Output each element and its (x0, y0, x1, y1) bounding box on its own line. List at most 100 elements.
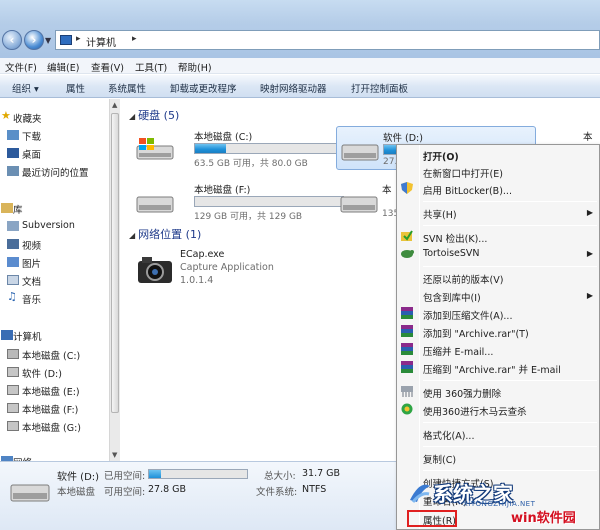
360-safe-icon (401, 403, 413, 415)
nav-libraries[interactable]: 库 (1, 202, 23, 216)
collapse-triangle-icon[interactable]: ◢ (129, 112, 135, 121)
menu-view[interactable]: 查看(V) (91, 60, 124, 74)
command-bar: 组织 ▾ 属性 系统属性 卸载或更改程序 映射网络驱动器 打开控制面板 (0, 75, 600, 98)
nav-label: 本地磁盘 (G:) (22, 423, 81, 434)
nav-drive-d[interactable]: 软件 (D:) (7, 366, 62, 380)
collapse-triangle-icon[interactable]: ◢ (129, 231, 135, 240)
drive-name: 本 (382, 185, 392, 196)
uninstall-button[interactable]: 卸载或更改程序 (170, 81, 237, 95)
ecap-description: Capture Application (180, 262, 274, 273)
nav-label: 桌面 (22, 150, 42, 161)
menu-add-rar[interactable]: 添加到 "Archive.rar"(T) (423, 326, 529, 340)
drive-c[interactable]: 本地磁盘 (C:) 63.5 GB 可用，共 80.0 GB (136, 126, 344, 170)
forward-button[interactable]: › (24, 30, 44, 50)
breadcrumb-computer[interactable]: 计算机 (86, 34, 116, 49)
nav-computer[interactable]: 计算机 (1, 329, 42, 343)
scroll-up-icon[interactable]: ▲ (112, 101, 117, 109)
network-group-header[interactable]: ◢ 网络位置 (1) (129, 226, 201, 242)
group-label: 网络位置 (1) (138, 228, 202, 241)
menu-include-library[interactable]: 包含到库中(I) (423, 290, 481, 304)
menu-tools[interactable]: 工具(T) (135, 60, 167, 74)
details-drive-name: 软件 (D:) (57, 472, 100, 483)
menu-svn-checkout[interactable]: SVN 检出(K)... (423, 231, 487, 245)
menu-tortoisesvn[interactable]: TortoiseSVN (423, 248, 480, 259)
organize-button[interactable]: 组织 ▾ (12, 81, 39, 95)
nav-label: 最近访问的位置 (22, 168, 89, 179)
usage-bar (194, 143, 344, 154)
menu-share[interactable]: 共享(H) (423, 207, 457, 221)
menu-bitlocker[interactable]: 启用 BitLocker(B)... (423, 183, 512, 197)
nav-recent[interactable]: 最近访问的位置 (7, 165, 89, 179)
nav-label: 本地磁盘 (E:) (22, 387, 80, 398)
menu-file[interactable]: 文件(F) (5, 60, 37, 74)
camera-icon (138, 257, 172, 283)
back-button[interactable]: ‹ (2, 30, 22, 50)
system-properties-button[interactable]: 系统属性 (108, 81, 146, 95)
total-size-value: 31.7 GB (302, 468, 341, 479)
nav-label: 下载 (22, 132, 42, 143)
nav-pictures[interactable]: 图片 (7, 256, 41, 270)
menu-360-delete[interactable]: 使用 360强力删除 (423, 386, 501, 400)
breadcrumb-arrow-icon[interactable]: ▸ (76, 34, 81, 44)
nav-drive-g[interactable]: 本地磁盘 (G:) (7, 420, 81, 434)
menu-format[interactable]: 格式化(A)... (423, 428, 474, 442)
menu-compress-email[interactable]: 压缩并 E-mail... (423, 344, 493, 358)
address-bar[interactable]: ▸ 计算机 ▸ (55, 30, 600, 50)
menu-copy[interactable]: 复制(C) (423, 452, 456, 466)
group-label: 硬盘 (5) (138, 109, 180, 122)
hard-drive-icon (136, 196, 174, 213)
menu-restore-versions[interactable]: 还原以前的版本(V) (423, 272, 503, 286)
scroll-down-icon[interactable]: ▼ (112, 451, 117, 459)
used-space-label: 已用空间: (104, 471, 146, 482)
menu-separator (423, 380, 597, 381)
scrollbar-thumb[interactable] (111, 113, 119, 413)
navigation-pane: ★ 收藏夹 下载 桌面 最近访问的位置 库 Subversion 视频 图片 文… (0, 99, 109, 461)
nav-downloads[interactable]: 下载 (7, 129, 42, 143)
nav-videos[interactable]: 视频 (7, 238, 41, 252)
properties-button[interactable]: 属性 (66, 81, 85, 95)
menu-360-scan[interactable]: 使用360进行木马云查杀 (423, 404, 527, 418)
hdd-group-header[interactable]: ◢ 硬盘 (5) (129, 107, 179, 123)
nav-subversion[interactable]: Subversion (7, 220, 75, 231)
menu-separator (423, 446, 597, 447)
title-bar: ‹ › ▼ ▸ 计算机 ▸ (0, 0, 600, 58)
nav-documents[interactable]: 文档 (7, 274, 41, 288)
documents-icon (7, 275, 19, 285)
navigation-scrollbar[interactable]: ▲ ▼ (109, 99, 120, 461)
control-panel-button[interactable]: 打开控制面板 (351, 81, 408, 95)
nav-drive-c[interactable]: 本地磁盘 (C:) (7, 348, 81, 362)
menu-bar: 文件(F) 编辑(E) 查看(V) 工具(T) 帮助(H) (0, 58, 600, 74)
hard-drive-icon (7, 385, 19, 395)
drive-info: 63.5 GB 可用，共 80.0 GB (194, 159, 308, 169)
drive-f[interactable]: 本地磁盘 (F:) 129 GB 可用，共 129 GB (136, 179, 344, 223)
menu-separator (423, 266, 597, 267)
music-icon: ♫ (7, 290, 17, 303)
nav-desktop[interactable]: 桌面 (7, 147, 42, 161)
drive-name: 本地磁盘 (C:) (194, 132, 253, 143)
hard-drive-icon (7, 421, 19, 431)
recent-pages-dropdown[interactable]: ▼ (45, 36, 51, 45)
nav-label: 库 (13, 205, 23, 216)
nav-drive-f[interactable]: 本地磁盘 (F:) (7, 402, 78, 416)
menu-open-new-window[interactable]: 在新窗口中打开(E) (423, 166, 503, 180)
menu-compress-rar-email[interactable]: 压缩到 "Archive.rar" 并 E-mail (423, 362, 561, 376)
menu-edit[interactable]: 编辑(E) (47, 60, 79, 74)
menu-open[interactable]: 打开(O) (423, 149, 459, 163)
menu-add-archive[interactable]: 添加到压缩文件(A)... (423, 308, 512, 322)
nav-drive-e[interactable]: 本地磁盘 (E:) (7, 384, 80, 398)
nav-music[interactable]: ♫ 音乐 (7, 290, 42, 306)
ecap-item[interactable]: ECap.exe Capture Application 1.0.1.4 (136, 249, 396, 299)
hard-drive-icon (340, 196, 378, 213)
hard-drive-icon (341, 144, 379, 161)
star-icon: ★ (1, 109, 11, 122)
map-drive-button[interactable]: 映射网络驱动器 (260, 81, 327, 95)
drive-partial[interactable]: 本 135 (336, 179, 399, 223)
total-size-label: 总大小: (264, 471, 296, 482)
drive-info: 129 GB 可用，共 129 GB (194, 212, 303, 222)
nav-label: 本地磁盘 (C:) (22, 351, 81, 362)
nav-label: 音乐 (22, 295, 42, 306)
nav-favorites[interactable]: ★ 收藏夹 (1, 109, 42, 125)
breadcrumb-arrow-icon[interactable]: ▸ (132, 34, 137, 44)
menu-help[interactable]: 帮助(H) (178, 60, 212, 74)
windows-drive-icon (7, 349, 19, 359)
